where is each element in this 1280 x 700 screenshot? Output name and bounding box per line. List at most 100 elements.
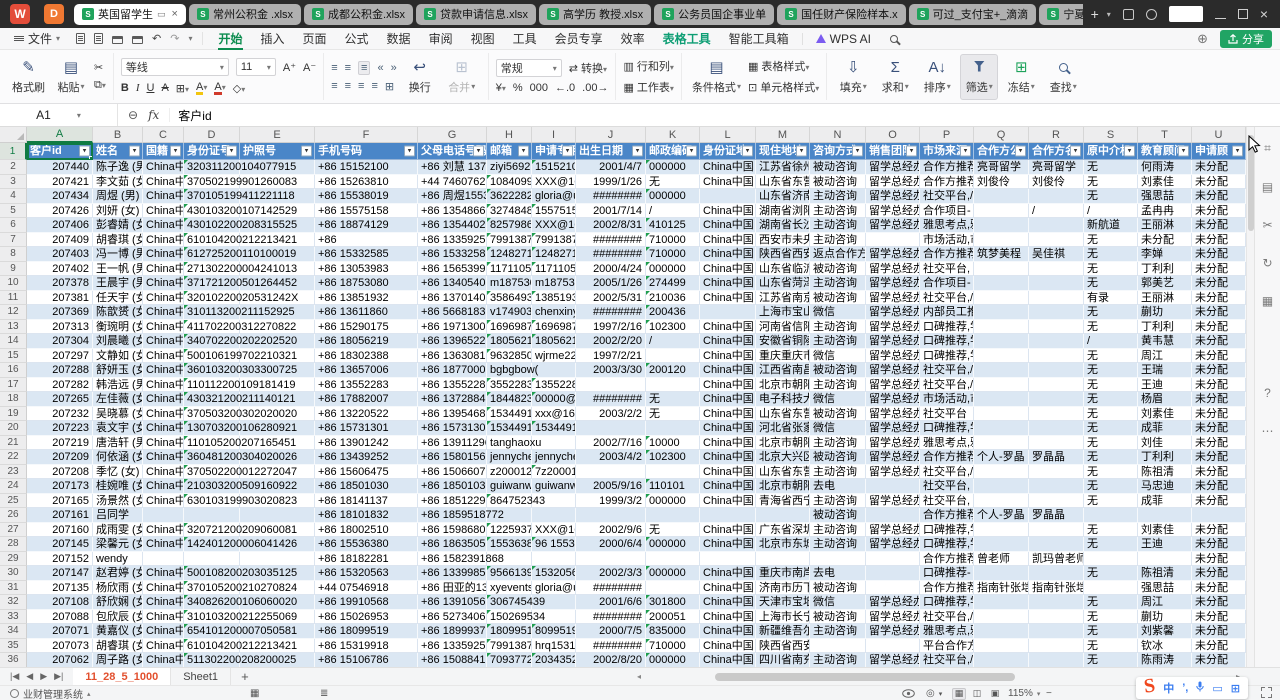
cell[interactable]: 963285011 [487,349,532,364]
cell[interactable]: 799138782 [487,233,532,248]
menu-工具[interactable]: 工具 [504,28,546,50]
merge-cells-button[interactable]: ⊞ 合并▾ [443,54,481,100]
cell[interactable]: 社交平台, [920,479,974,494]
cell[interactable]: China中国 [700,537,756,552]
cell[interactable]: 未分配 [1192,349,1246,364]
cell[interactable]: +86 1582391868 [418,552,487,567]
cell[interactable]: 口碑推荐,学 [920,349,974,364]
cell[interactable]: 310113200211152925 [184,305,240,320]
close-button[interactable]: × [1260,7,1268,21]
cell[interactable]: 207406 [27,218,93,233]
cell[interactable]: 雅思考点,雅 [920,218,974,233]
cell[interactable]: 陈雨涛 [1138,653,1192,667]
cell[interactable]: 留学总经办 [866,378,920,393]
cell[interactable]: 1997/2/16 [576,320,646,335]
cell[interactable]: ######## [576,233,646,248]
cell[interactable]: 合作方推荐 [920,450,974,465]
cell[interactable]: 710000 [646,247,700,262]
cell[interactable]: 李文茹 (女 [93,175,143,190]
cell[interactable]: / [646,334,700,349]
toolbox-icon[interactable]: ⊞ [1231,682,1240,695]
cell[interactable]: 文静如 (女 [93,349,143,364]
cell[interactable]: +86 1573130169 [418,421,487,436]
cell[interactable]: +86 1340540988 [418,276,487,291]
header-cell-E[interactable]: 护照号▾ [240,143,315,160]
cell[interactable]: 000000 [646,189,700,204]
cell[interactable]: 2003/4/2 [576,450,646,465]
cell[interactable] [974,653,1029,667]
cell[interactable]: 000000 [646,160,700,175]
cell[interactable]: China中国 [143,494,184,509]
cell[interactable]: 169698712 [487,320,532,335]
cell[interactable]: 合作项目- [920,204,974,219]
cell[interactable]: 未分配 [1192,421,1246,436]
cell[interactable]: China中国 [700,479,756,494]
cell[interactable]: 主动咨询 [810,233,866,248]
cell[interactable]: 刘佳 [1138,436,1192,451]
cell[interactable]: 200120 [646,363,700,378]
cell[interactable]: 864752343 [487,494,532,509]
cell[interactable]: 207071 [27,624,93,639]
font-name-select[interactable]: 等线▾ [121,58,229,76]
cell[interactable]: 000000 [646,262,700,277]
cell[interactable]: ######## [576,581,646,596]
cell[interactable]: China中国 [700,450,756,465]
cell[interactable]: 河南省信阳 [756,320,810,335]
cell[interactable] [576,421,646,436]
cell[interactable]: China中国 [143,218,184,233]
cell[interactable]: China中国 [143,320,184,335]
print-icon[interactable] [112,36,123,44]
cell[interactable]: 留学总经办 [866,392,920,407]
cell[interactable]: 微信 [810,421,866,436]
cell[interactable] [1029,320,1084,335]
column-header-M[interactable]: M [756,127,810,143]
cell[interactable]: 主动咨询 [810,653,866,667]
cell[interactable]: +86 15319918 [315,639,418,654]
cell[interactable]: 社交平台,/ [920,378,974,393]
cell[interactable]: 未分配 [1192,566,1246,581]
cell[interactable]: 610104200212213421 [184,233,240,248]
justify-icon[interactable]: ≡ [371,80,377,92]
cell[interactable]: 2002/8/31 [576,218,646,233]
row-number[interactable]: 21 [0,436,27,451]
cell[interactable] [1029,624,1084,639]
cell[interactable]: +86 52734062 [418,610,487,625]
cell[interactable] [1029,639,1084,654]
cell[interactable] [700,552,756,567]
cell[interactable] [974,262,1029,277]
cell[interactable]: 北京市东城 [756,537,810,552]
row-number[interactable]: 23 [0,465,27,480]
cell[interactable] [974,334,1029,349]
cell[interactable]: 口碑推荐- [920,566,974,581]
document-tab[interactable]: S宁夏教师样本.xlsx [1039,4,1082,25]
prev-sheet-icon[interactable]: ◀ [26,671,33,682]
filter-button[interactable]: 筛选▾ [960,54,998,100]
cell[interactable]: 无 [1084,349,1138,364]
cell[interactable] [1138,508,1192,523]
cell[interactable] [974,610,1029,625]
document-tab[interactable]: S可过_支付宝+_滴滴 [909,4,1037,25]
row-number[interactable]: 16 [0,363,27,378]
cell[interactable]: 2003/3/30 [576,363,646,378]
cell[interactable]: 799138782 [487,639,532,654]
cell[interactable] [1084,581,1138,596]
column-header-J[interactable]: J [576,127,646,143]
cell[interactable]: m1875308 [532,276,576,291]
cell[interactable]: 蒯玏 [1138,305,1192,320]
cell[interactable]: China中国 [700,581,756,596]
cell[interactable]: 王瑞 [1138,363,1192,378]
cell[interactable]: 无 [1084,233,1138,248]
cell[interactable]: xyevents@ [487,581,532,596]
cell[interactable]: 未分配 [1138,233,1192,248]
normal-view-icon[interactable]: ▦ [952,688,966,700]
cell[interactable]: 无 [1084,407,1138,422]
header-cell-I[interactable]: 申请专用▾ [532,143,576,160]
cell[interactable]: +86 18099519 [315,624,418,639]
cell[interactable]: 207282 [27,378,93,393]
document-tab[interactable]: S高学历 教授.xlsx [539,4,651,25]
file-menu[interactable]: 文件▾ [8,30,66,47]
distribute-icon[interactable]: ⊞ [385,80,394,93]
cell[interactable]: hrq153199 [532,639,576,654]
cell[interactable]: 未分配 [1192,537,1246,552]
cell[interactable]: 曾老师 [974,552,1029,567]
